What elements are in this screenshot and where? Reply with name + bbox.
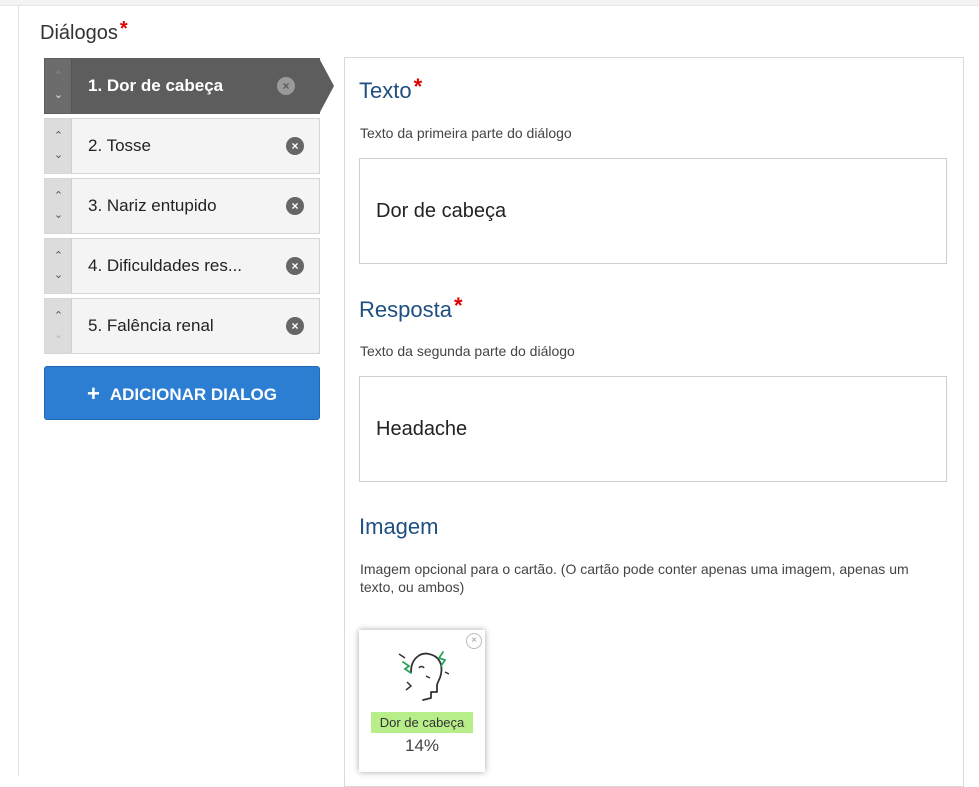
arrow-down-icon[interactable]: ⌄: [45, 89, 72, 101]
resposta-input-value: Headache: [376, 417, 468, 440]
remove-icon[interactable]: ×: [286, 317, 304, 335]
reorder-handle[interactable]: ⌃ ⌄: [45, 179, 72, 233]
section-title: Diálogos *: [40, 18, 128, 45]
arrow-up-icon[interactable]: ⌃: [45, 190, 72, 202]
dialog-item-2[interactable]: ⌃ ⌄ 2. Tosse ×: [44, 118, 320, 174]
dialog-item-4[interactable]: ⌃ ⌄ 4. Dificuldades res... ×: [44, 238, 320, 294]
imagem-label: Imagem: [359, 514, 438, 540]
dialog-item-3[interactable]: ⌃ ⌄ 3. Nariz entupido ×: [44, 178, 320, 234]
arrow-down-icon[interactable]: ⌄: [45, 269, 72, 281]
image-thumbnail[interactable]: × Dor de cabeça 14%: [359, 630, 485, 772]
arrow-up-icon[interactable]: ⌃: [45, 250, 72, 262]
texto-label-text: Texto: [359, 78, 412, 103]
arrow-up-icon[interactable]: ⌃: [45, 310, 72, 322]
required-mark: *: [119, 18, 128, 40]
arrow-up-icon[interactable]: ⌃: [45, 70, 72, 82]
close-icon[interactable]: ×: [466, 633, 482, 649]
dialog-item-label: 1. Dor de cabeça: [88, 76, 224, 95]
thumbnail-caption: Dor de cabeça: [371, 712, 473, 733]
dialog-item-label: 5. Falência renal: [88, 316, 214, 335]
thumbnail-percent: 14%: [404, 736, 440, 755]
texto-input-value: Dor de cabeça: [376, 199, 507, 222]
dialog-item-label: 4. Dificuldades res...: [88, 256, 243, 275]
arrow-up-icon[interactable]: ⌃: [45, 130, 72, 142]
dialog-item-5[interactable]: ⌃ ⌄ 5. Falência renal ×: [44, 298, 320, 354]
headache-icon: [398, 651, 449, 701]
dialog-item-label: 3. Nariz entupido: [88, 196, 217, 215]
texto-label: Texto*: [359, 74, 422, 104]
reorder-handle[interactable]: ⌃ ⌄: [45, 239, 72, 293]
reorder-handle[interactable]: ⌃ ⌄: [45, 59, 72, 113]
resposta-label-text: Resposta: [359, 297, 452, 322]
remove-icon[interactable]: ×: [286, 197, 304, 215]
reorder-handle[interactable]: ⌃ ⌄: [45, 299, 72, 353]
top-border: [0, 0, 979, 6]
remove-icon[interactable]: ×: [286, 257, 304, 275]
imagem-description: Imagem opcional para o cartão. (O cartão…: [360, 561, 909, 595]
resposta-description: Texto da segunda parte do diálogo: [360, 343, 575, 359]
imagem-label-text: Imagem: [359, 514, 439, 539]
left-border: [18, 5, 19, 776]
required-mark: *: [453, 293, 463, 318]
arrow-down-icon[interactable]: ⌄: [45, 329, 72, 341]
add-dialog-label: ADICIONAR DIALOG: [109, 385, 278, 404]
dialog-item-1[interactable]: ⌃ ⌄ 1. Dor de cabeça ×: [44, 58, 334, 114]
add-dialog-button[interactable]: + ADICIONAR DIALOG: [44, 366, 320, 420]
plus-icon: +: [86, 381, 100, 406]
texto-input[interactable]: Dor de cabeça: [359, 158, 947, 264]
reorder-handle[interactable]: ⌃ ⌄: [45, 119, 72, 173]
remove-icon[interactable]: ×: [277, 77, 295, 95]
required-mark: *: [413, 74, 423, 99]
texto-description: Texto da primeira parte do diálogo: [360, 125, 572, 141]
arrow-down-icon[interactable]: ⌄: [45, 149, 72, 161]
resposta-input[interactable]: Headache: [359, 376, 947, 482]
dialog-list: ⌃ ⌄ 1. Dor de cabeça × ⌃ ⌄ 2. Tosse × ⌃ …: [44, 58, 334, 358]
arrow-down-icon[interactable]: ⌄: [45, 209, 72, 221]
dialog-item-label: 2. Tosse: [88, 136, 152, 155]
resposta-label: Resposta*: [359, 293, 463, 323]
remove-icon[interactable]: ×: [286, 137, 304, 155]
section-title-text: Diálogos: [40, 22, 118, 44]
